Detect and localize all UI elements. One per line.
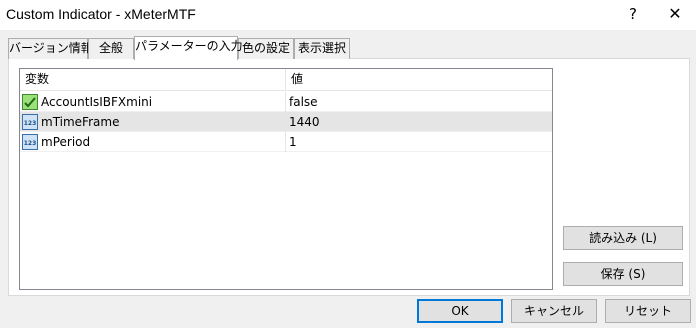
integer-icon: 123 [22,134,38,150]
tab-colors[interactable]: 色の設定 [238,38,294,59]
cell-divider [285,112,286,132]
title-bar: Custom Indicator - xMeterMTF ? ✕ [0,0,696,30]
ok-button[interactable]: OK [417,299,503,323]
tab-strip: バージョン情報 全般 パラメーターの入力 色の設定 表示選択 [8,36,353,60]
cell-divider [285,92,286,112]
help-button[interactable]: ? [612,0,654,30]
tab-general[interactable]: 全般 [88,38,134,59]
table-row[interactable]: AccountIsIBFXmini false [20,92,552,112]
svg-text:123: 123 [24,140,37,147]
boolean-icon [22,94,38,110]
tab-parameters[interactable]: パラメーターの入力 [134,36,243,60]
parameters-grid[interactable]: 変数 値 AccountIsIBFXmini false 123 mTimeFr… [19,68,553,290]
parameter-name: mPeriod [41,135,91,149]
column-header-value[interactable]: 値 [286,69,303,91]
reset-button[interactable]: リセット [605,299,691,323]
parameter-value[interactable]: false [289,92,318,112]
parameter-value[interactable]: 1440 [289,112,320,132]
close-button[interactable]: ✕ [654,0,696,30]
table-row[interactable]: 123 mPeriod 1 [20,132,552,152]
parameter-name: mTimeFrame [41,115,120,129]
svg-text:123: 123 [24,120,37,127]
parameter-value[interactable]: 1 [289,132,297,152]
cell-divider [285,132,286,152]
load-button[interactable]: 読み込み (L) [563,226,683,250]
grid-header: 変数 値 [20,69,552,91]
tab-version-info[interactable]: バージョン情報 [8,38,93,59]
cancel-button[interactable]: キャンセル [511,299,597,323]
save-button[interactable]: 保存 (S) [563,262,683,286]
table-row[interactable]: 123 mTimeFrame 1440 [20,112,552,132]
parameter-name: AccountIsIBFXmini [41,95,153,109]
column-header-variable[interactable]: 変数 [20,69,49,91]
tab-visualization[interactable]: 表示選択 [294,38,350,59]
integer-icon: 123 [22,114,38,130]
window-title: Custom Indicator - xMeterMTF [6,6,196,22]
